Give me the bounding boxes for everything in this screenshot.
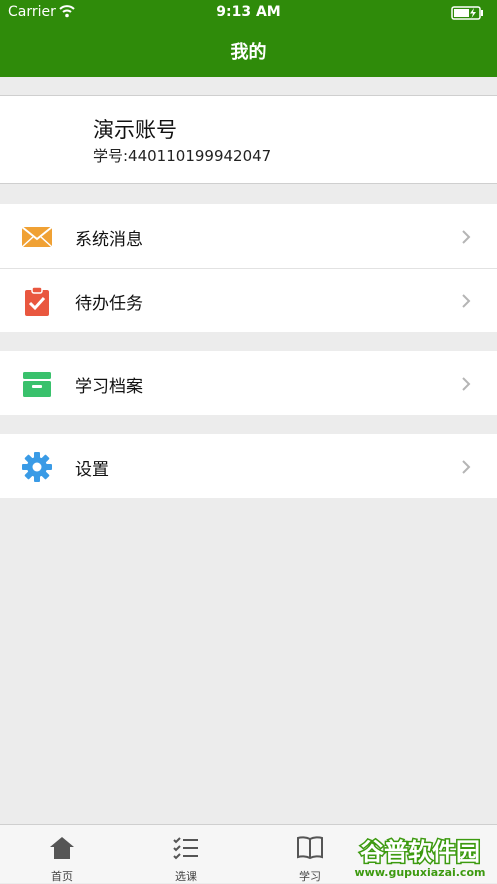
status-time: 9:13 AM	[216, 4, 281, 20]
battery-icon	[451, 6, 483, 20]
site-watermark: 谷普软件园 www.gupuxiazai.com	[355, 837, 486, 880]
chevron-right-icon	[462, 294, 471, 308]
profile-name: 演示账号	[93, 118, 177, 142]
gear-icon	[22, 452, 52, 482]
menu-item-settings[interactable]: 设置	[0, 434, 497, 498]
chevron-right-icon	[462, 377, 471, 391]
menu-item-system-messages[interactable]: 系统消息	[0, 204, 497, 268]
tab-home[interactable]: 首页	[0, 825, 124, 883]
chevron-right-icon	[462, 230, 471, 244]
envelope-icon	[21, 226, 53, 248]
menu-item-label: 学习档案	[75, 377, 143, 397]
menu-item-study-records[interactable]: 学习档案	[0, 351, 497, 415]
tab-label: 首页	[51, 870, 73, 883]
top-bar: Carrier 9:13 AM 我的	[0, 0, 497, 77]
menu-group-settings: 设置	[0, 434, 497, 498]
menu-item-label: 待办任务	[75, 294, 143, 314]
tab-label: 选课	[175, 870, 197, 883]
home-icon	[50, 837, 74, 859]
menu-item-label: 系统消息	[75, 230, 143, 250]
book-icon	[297, 836, 323, 860]
menu-item-todo-tasks[interactable]: 待办任务	[0, 268, 497, 332]
menu-item-label: 设置	[75, 460, 109, 480]
chevron-right-icon	[462, 460, 471, 474]
menu-group-study: 学习档案	[0, 351, 497, 415]
menu-group-notifications: 系统消息 待办任务	[0, 204, 497, 332]
checklist-icon	[173, 837, 198, 860]
svg-text:谷普软件园: 谷普软件园	[360, 838, 480, 866]
clipboard-check-icon	[25, 286, 49, 316]
tab-course-selection[interactable]: 选课	[124, 825, 248, 883]
status-bar: Carrier 9:13 AM	[0, 0, 497, 26]
profile-card[interactable]: 演示账号 学号:440110199942047	[0, 95, 497, 184]
archive-box-icon	[23, 372, 51, 397]
student-id: 学号:440110199942047	[93, 147, 272, 165]
svg-text:www.gupuxiazai.com: www.gupuxiazai.com	[355, 866, 486, 879]
page-title: 我的	[230, 42, 267, 63]
